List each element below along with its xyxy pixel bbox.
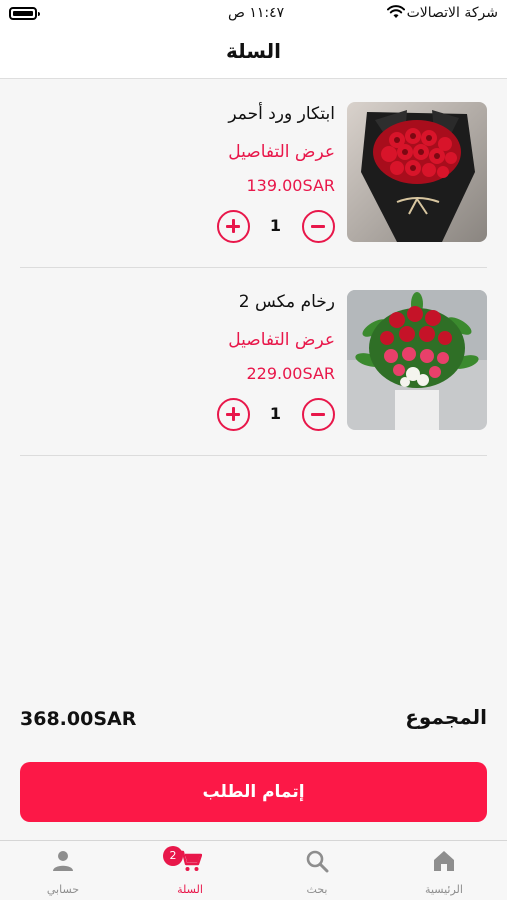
quantity-value: 1 xyxy=(269,404,281,423)
view-details-link[interactable]: عرض التفاصيل xyxy=(228,142,335,162)
decrease-quantity-button[interactable] xyxy=(302,210,335,243)
tab-label: بحث xyxy=(306,883,328,896)
total-value: 368.00SAR xyxy=(20,708,137,730)
divider xyxy=(20,455,487,456)
total-label: المجموع xyxy=(405,705,487,729)
increase-quantity-button[interactable] xyxy=(217,210,250,243)
checkout-button[interactable]: إتمام الطلب xyxy=(20,762,487,822)
wifi-icon xyxy=(387,5,405,18)
cart-count-badge: 2 xyxy=(163,846,183,866)
quantity-value: 1 xyxy=(269,216,281,235)
page-title: السلة xyxy=(225,39,281,63)
tab-label: حسابي xyxy=(46,883,80,896)
total-row: المجموع 368.00SAR xyxy=(20,705,487,735)
cart-item: رخام مكس 2 عرض التفاصيل 229.00SAR 1 xyxy=(20,268,487,456)
product-price: 139.00SAR xyxy=(246,176,336,195)
status-bar: شركة الاتصالات ١١:٤٧ ص xyxy=(0,0,507,30)
product-name: ابتكار ورد أحمر xyxy=(228,104,335,124)
decrease-quantity-button[interactable] xyxy=(302,398,335,431)
clock: ١١:٤٧ ص xyxy=(228,5,285,21)
increase-quantity-button[interactable] xyxy=(217,398,250,431)
product-image-mixed-flowers[interactable] xyxy=(347,290,487,430)
carrier-name: شركة الاتصالات xyxy=(406,5,498,21)
product-name: رخام مكس 2 xyxy=(238,292,335,312)
battery-icon xyxy=(9,7,40,20)
home-icon xyxy=(434,851,454,871)
product-price: 229.00SAR xyxy=(246,364,336,383)
tab-bar: حسابي 2 السلة بحث الرئيسية xyxy=(0,840,507,900)
tab-home[interactable]: الرئيسية xyxy=(381,841,507,900)
person-icon xyxy=(53,851,73,871)
tab-search[interactable]: بحث xyxy=(254,841,380,900)
tab-account[interactable]: حسابي xyxy=(0,841,126,900)
product-image-red-roses[interactable] xyxy=(347,102,487,242)
search-icon xyxy=(306,850,329,873)
tab-label: الرئيسية xyxy=(425,883,463,896)
tab-label: السلة xyxy=(177,883,203,896)
view-details-link[interactable]: عرض التفاصيل xyxy=(228,330,335,350)
tab-cart[interactable]: 2 السلة xyxy=(127,841,253,900)
cart-item: ابتكار ورد أحمر عرض التفاصيل 139.00SAR 1 xyxy=(20,80,487,268)
nav-bar: السلة xyxy=(0,30,507,79)
